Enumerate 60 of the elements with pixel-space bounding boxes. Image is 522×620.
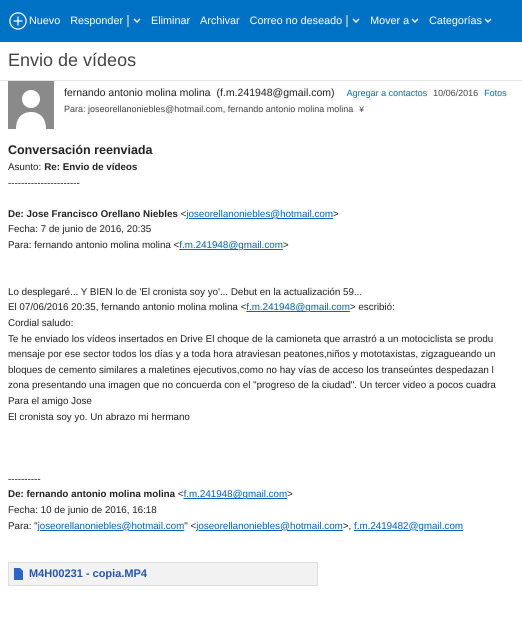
body-text: bloques de cemento similares a maletines ejecutivos,como no hay vías de acceso los transeúntes despedazan l (8, 364, 494, 378)
body-text: > (332, 208, 339, 222)
body-text: " < (184, 520, 196, 534)
bold-text: Re: Envio de vídeos (44, 161, 138, 175)
email-link[interactable]: f.m.241948@gmail.com (179, 238, 283, 254)
message-date: 10/06/2016 (433, 88, 478, 98)
email-link[interactable]: f.m.241948@gmail.com (184, 487, 288, 504)
body-text: Fecha: 7 de junio de 2016, 20:35 (8, 223, 152, 238)
menu-button[interactable]: Mover a (365, 0, 424, 42)
message-subject: Envio de vídeos (7, 49, 138, 72)
body-text: < (176, 488, 184, 502)
body-text: Para el amigo Jose (8, 394, 92, 409)
email-link[interactable]: joseorellanoniebles@hotmail.com (38, 518, 184, 534)
bold-text: De: fernando antonio molina molina (8, 488, 176, 502)
expand-button[interactable]: ¥ (359, 105, 364, 114)
divider-icon (125, 14, 132, 28)
body-text: ---------------------- (8, 176, 80, 191)
new-button[interactable]: Nuevo (4, 0, 66, 42)
body-text: El cronista soy yo. Un abrazo mi hermano (8, 410, 190, 424)
bold-text: Conversación reenviada (8, 142, 153, 159)
body-text: Lo desplegaré... Y BIEN lo de 'El cronista soy yo'... Debut en la actualización 59... (8, 286, 362, 300)
bold-text: De: Jose Francisco Orellano Niebles (8, 208, 178, 222)
split-menu-button[interactable]: Correo no deseado (244, 0, 366, 42)
sender-email: (f.m.241948@gmail.com) (216, 87, 335, 99)
body-text: Te he enviado los vídeos insertados en Drive El choque de la camioneta que arrastró a un motociclista se produ (8, 332, 494, 347)
chevron-down-icon (484, 18, 492, 24)
sender-name: fernando antonio molina molina (64, 87, 211, 99)
split-menu-button[interactable]: Responder (65, 0, 146, 42)
body-text: El 07/06/2016 20:35, fernando antonio molina molina < (8, 301, 246, 316)
attachment-link[interactable]: M4H00231 - copia.MP4 (29, 568, 147, 580)
email-link[interactable]: joseorellanoniebles@hotmail.com (196, 518, 343, 534)
body-text: < (180, 208, 186, 222)
toolbar-button[interactable]: Archivar (195, 0, 245, 42)
body-text: zona presentando una imagen que no concuerda con el "progreso de la ciudad". Un tercer video a pocos cuadra (8, 379, 496, 394)
divider-icon (344, 14, 350, 28)
photos-link[interactable]: Fotos (484, 88, 507, 98)
body-text: > (282, 238, 289, 253)
body-text: ---------- (8, 472, 41, 487)
email-link[interactable]: f.m.241948@gmail.com (246, 300, 350, 316)
chevron-down-icon (411, 18, 420, 24)
recipients-text: Para: joseorellanoniebles@hotmail.com, fernando antonio molina molina (64, 104, 354, 114)
toolbar-button[interactable]: Eliminar (146, 0, 196, 42)
body-text: Para: fernando antonio molina molina < (8, 238, 180, 253)
body-text: Fecha: 10 de junio de 2016, 16:18 (8, 504, 157, 518)
avatar-icon (8, 81, 54, 129)
body-text: Para: " (8, 520, 38, 534)
body-text: > (287, 488, 293, 502)
body-text: mensaje por ese sector todos los días y a toda hora atraviesan peatones,niños y mototaxistas, zigzagueando un (8, 348, 496, 362)
body-text: > escribió: (350, 301, 395, 316)
menu-button[interactable]: Categorías (424, 0, 497, 42)
body-text: Cordial saludo: (8, 316, 74, 331)
chevron-down-icon (352, 18, 360, 24)
file-icon (14, 568, 23, 580)
body-text: Asunto: (8, 161, 42, 175)
body-text: >, (342, 520, 352, 534)
chevron-down-icon (133, 18, 142, 24)
email-link[interactable]: f.m.2419482@gmail.com (354, 518, 464, 534)
plus-icon (9, 12, 27, 30)
email-link[interactable]: joseorellanoniebles@hotmail.com (186, 206, 333, 222)
add-contact-link[interactable]: Agregar a contactos (346, 88, 428, 98)
